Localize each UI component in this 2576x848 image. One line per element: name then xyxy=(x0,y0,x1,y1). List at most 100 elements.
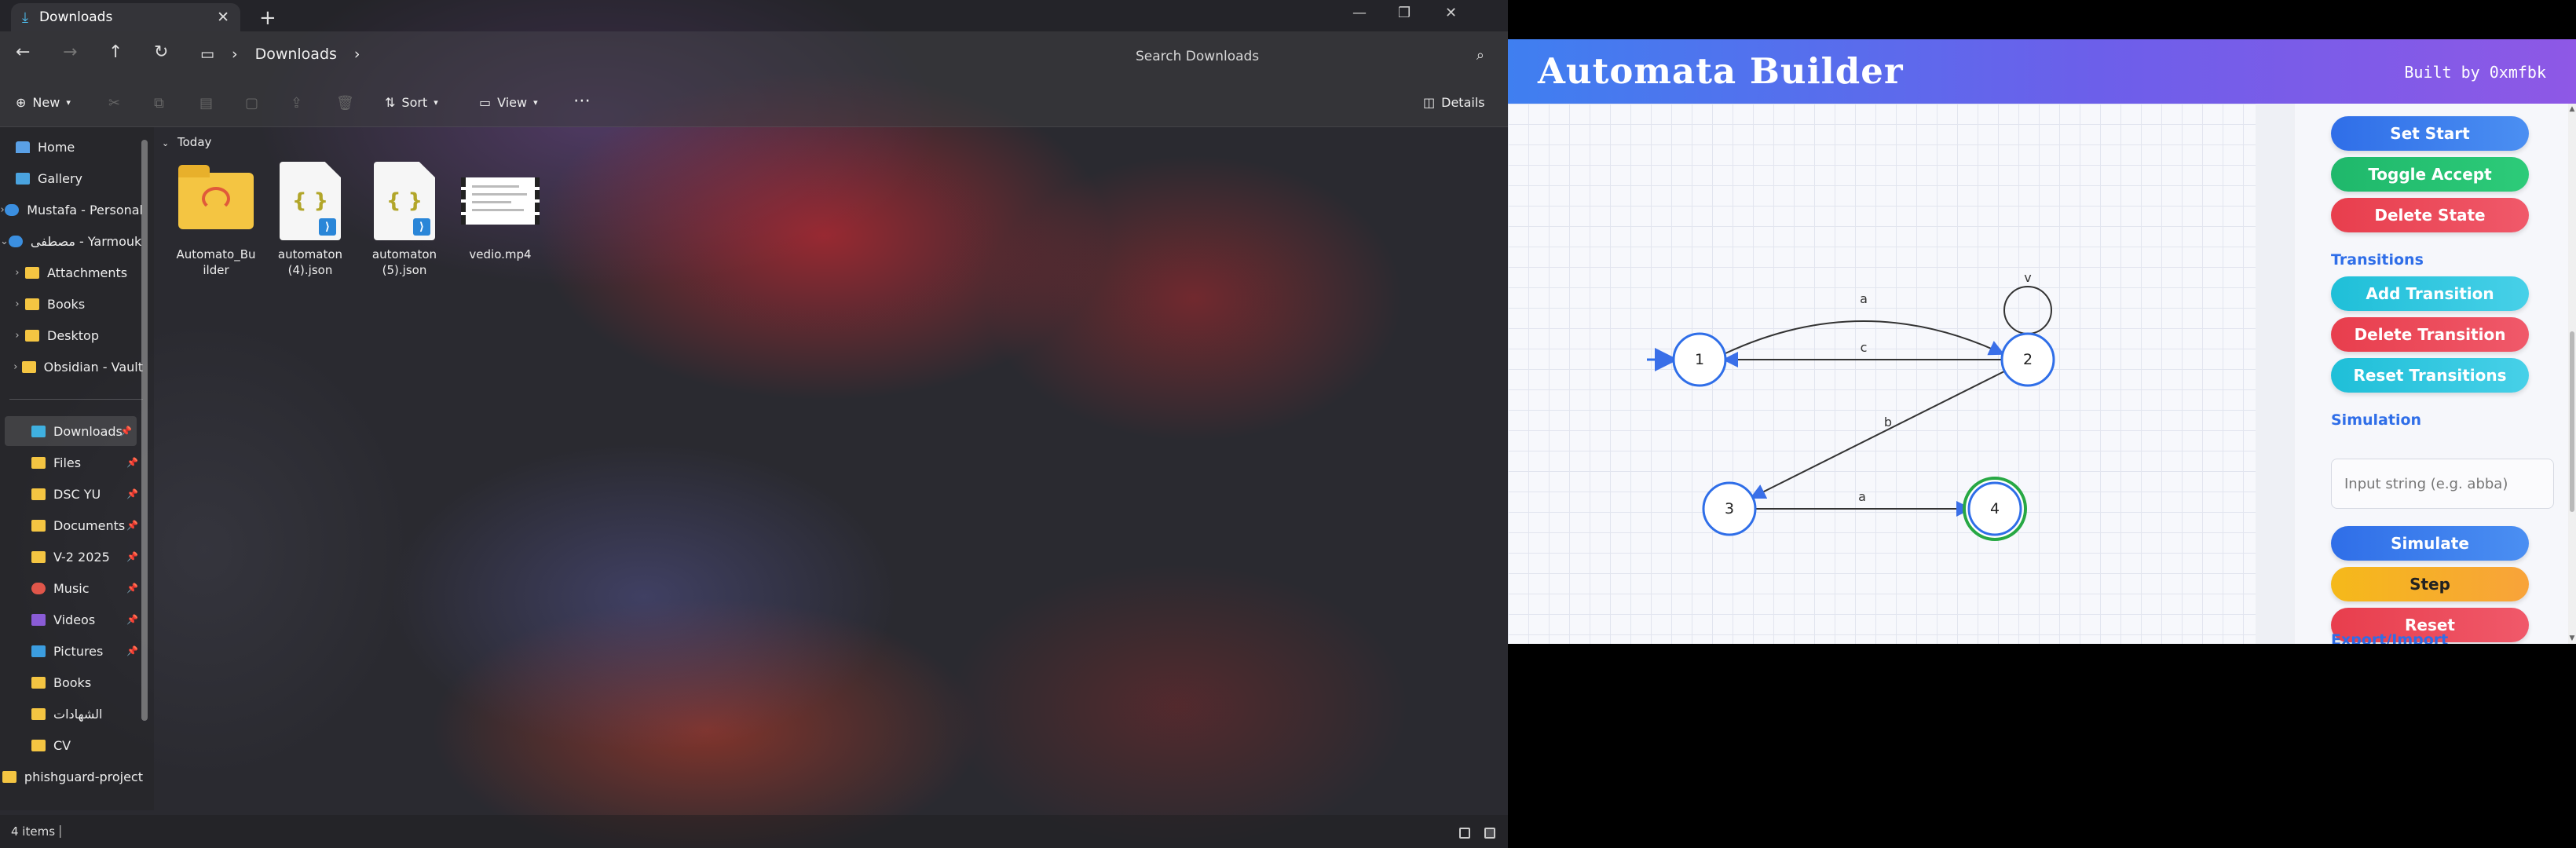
breadcrumb[interactable]: ▭ › Downloads › xyxy=(200,46,360,63)
breadcrumb-downloads[interactable]: Downloads xyxy=(255,46,337,63)
search-input[interactable]: Search Downloads ⌕ xyxy=(1100,41,1492,72)
back-icon[interactable]: ← xyxy=(16,42,30,62)
details-button[interactable]: ◫ Details xyxy=(1423,95,1485,110)
state-3[interactable]: 3 xyxy=(1702,481,1757,536)
automaton-canvas[interactable]: a c v b a 1 2 3 4 xyxy=(1508,104,2256,644)
sidebar-item-label: CV xyxy=(53,737,71,753)
file-item-automaton-4-json[interactable]: { } ⟩ automaton (4).json xyxy=(267,160,353,278)
file-item-automato-builder[interactable]: Automato_Builder xyxy=(173,160,259,278)
status-bar: 4 items | xyxy=(0,815,1508,848)
sidebar-item-desktop[interactable]: › Desktop xyxy=(0,320,143,350)
delete-state-button[interactable]: Delete State xyxy=(2331,198,2529,232)
toggle-accept-button[interactable]: Toggle Accept xyxy=(2331,157,2529,192)
new-tab-icon[interactable]: + xyxy=(259,6,276,30)
breadcrumb-chevron-icon[interactable]: › xyxy=(354,46,360,63)
rename-icon[interactable]: ▢ xyxy=(245,95,258,111)
sidebar-item-v2-2025[interactable]: V-2 2025 📌 xyxy=(0,542,143,572)
set-start-button[interactable]: Set Start xyxy=(2331,116,2529,151)
sidebar-item-certificates[interactable]: الشهادات xyxy=(0,699,143,729)
sidebar-item-gallery[interactable]: Gallery xyxy=(0,163,143,193)
automaton-graph[interactable]: a c v b a 1 2 3 4 xyxy=(1508,104,2256,644)
sidebar-item-label: Downloads xyxy=(53,423,123,439)
transition-2-3[interactable] xyxy=(1749,370,2005,499)
file-item-vedio-mp4[interactable]: vedio.mp4 xyxy=(457,160,543,262)
chevron-right-icon[interactable]: › xyxy=(9,298,25,310)
chevron-down-icon: ▾ xyxy=(533,97,538,108)
sidebar-item-label: Documents xyxy=(53,517,126,533)
simulate-button[interactable]: Simulate xyxy=(2331,526,2529,561)
chevron-right-icon[interactable]: › xyxy=(9,361,22,373)
delete-transition-button[interactable]: Delete Transition xyxy=(2331,317,2529,352)
sidebar-item-music[interactable]: Music 📌 xyxy=(0,573,143,603)
chevron-right-icon[interactable]: › xyxy=(9,267,25,279)
breadcrumb-separator-icon: › xyxy=(231,46,238,63)
minimize-icon[interactable]: — xyxy=(1352,5,1367,21)
chevron-down-icon: ▾ xyxy=(434,97,438,108)
sort-button[interactable]: ⇅ Sort ▾ xyxy=(385,95,438,110)
sidebar-item-videos[interactable]: Videos 📌 xyxy=(0,605,143,634)
refresh-icon[interactable]: ↻ xyxy=(154,42,168,62)
file-name: automaton (4).json xyxy=(277,247,343,277)
sidebar-item-label: Books xyxy=(53,674,92,690)
chevron-right-icon[interactable]: › xyxy=(9,330,25,342)
sidebar-item-phishguard[interactable]: phishguard-project xyxy=(0,762,143,791)
folder-icon xyxy=(25,266,39,279)
sidebar-item-label: Mustafa - Personal xyxy=(27,202,143,217)
search-icon[interactable]: ⌕ xyxy=(1476,47,1484,64)
view-button[interactable]: ▭ View ▾ xyxy=(479,95,538,110)
reset-transitions-button[interactable]: Reset Transitions xyxy=(2331,358,2529,393)
close-tab-icon[interactable]: ✕ xyxy=(217,9,229,26)
close-window-icon[interactable]: ✕ xyxy=(1445,5,1457,21)
tiles-view-icon[interactable] xyxy=(1484,828,1495,839)
file-name: automaton (5).json xyxy=(371,247,437,277)
sidebar-item-onedrive-university[interactable]: ⌄ مصطفى - Yarmouk University xyxy=(0,226,143,256)
sidebar-item-books-2[interactable]: Books xyxy=(0,667,143,697)
panel-scrollbar[interactable]: ▲ ▼ xyxy=(2568,104,2576,644)
file-item-automaton-5-json[interactable]: { } ⟩ automaton (5).json xyxy=(361,160,448,278)
chevron-down-icon[interactable]: ⌄ xyxy=(0,236,9,247)
transition-loop-2[interactable] xyxy=(2003,286,2052,334)
monitor-icon[interactable]: ▭ xyxy=(200,46,214,63)
more-options-icon[interactable]: ⋯ xyxy=(573,91,591,111)
vscode-icon: ⟩ xyxy=(413,218,430,236)
state-2[interactable]: 2 xyxy=(2000,332,2055,387)
paste-icon[interactable]: ▤ xyxy=(199,95,213,111)
sidebar-item-attachments[interactable]: › Attachments xyxy=(0,258,143,287)
sidebar-item-onedrive-personal[interactable]: › Mustafa - Personal xyxy=(0,195,143,225)
forward-icon[interactable]: → xyxy=(63,42,77,62)
sidebar-item-obsidian[interactable]: › Obsidian - Vault xyxy=(0,352,143,382)
pin-icon: 📌 xyxy=(126,645,138,656)
tab-downloads[interactable]: ⤓ Downloads ✕ xyxy=(11,3,240,31)
simulation-input[interactable] xyxy=(2331,459,2554,509)
pin-icon: 📌 xyxy=(126,614,138,625)
sidebar-item-documents[interactable]: Documents 📌 xyxy=(0,510,143,540)
scroll-down-icon[interactable]: ▼ xyxy=(2568,634,2576,642)
sidebar-item-files[interactable]: Files 📌 xyxy=(0,448,143,477)
scroll-thumb[interactable] xyxy=(2570,331,2574,512)
folder-icon xyxy=(31,519,46,532)
sidebar-item-books[interactable]: › Books xyxy=(0,289,143,319)
vscode-icon: ⟩ xyxy=(319,218,336,236)
step-button[interactable]: Step xyxy=(2331,567,2529,601)
group-header-today[interactable]: ⌄ Today xyxy=(162,135,211,149)
group-label: Today xyxy=(177,135,212,149)
sidebar-scrollbar[interactable] xyxy=(141,140,148,721)
share-icon[interactable]: ⇪ xyxy=(291,95,302,111)
sidebar-item-dsc-yu[interactable]: DSC YU 📌 xyxy=(0,479,143,509)
delete-icon[interactable]: 🗑 xyxy=(336,95,354,111)
details-view-icon[interactable] xyxy=(1459,828,1470,839)
scroll-up-icon[interactable]: ▲ xyxy=(2568,105,2576,113)
sidebar-item-downloads[interactable]: Downloads 📌 xyxy=(5,416,137,446)
add-transition-button[interactable]: Add Transition xyxy=(2331,276,2529,311)
state-1[interactable]: 1 xyxy=(1672,332,1727,387)
sidebar-item-pictures[interactable]: Pictures 📌 xyxy=(0,636,143,666)
copy-icon[interactable]: ⧉ xyxy=(154,95,164,111)
state-4[interactable]: 4 xyxy=(1963,477,2027,541)
cut-icon[interactable]: ✂ xyxy=(108,95,120,111)
new-button[interactable]: ⊕ New ▾ xyxy=(16,95,71,110)
up-icon[interactable]: ↑ xyxy=(108,42,123,62)
sidebar-item-label: مصطفى - Yarmouk University xyxy=(30,233,143,249)
restore-icon[interactable]: ❐ xyxy=(1398,5,1411,21)
sidebar-item-cv[interactable]: CV xyxy=(0,730,143,760)
sidebar-item-home[interactable]: Home xyxy=(0,132,143,162)
